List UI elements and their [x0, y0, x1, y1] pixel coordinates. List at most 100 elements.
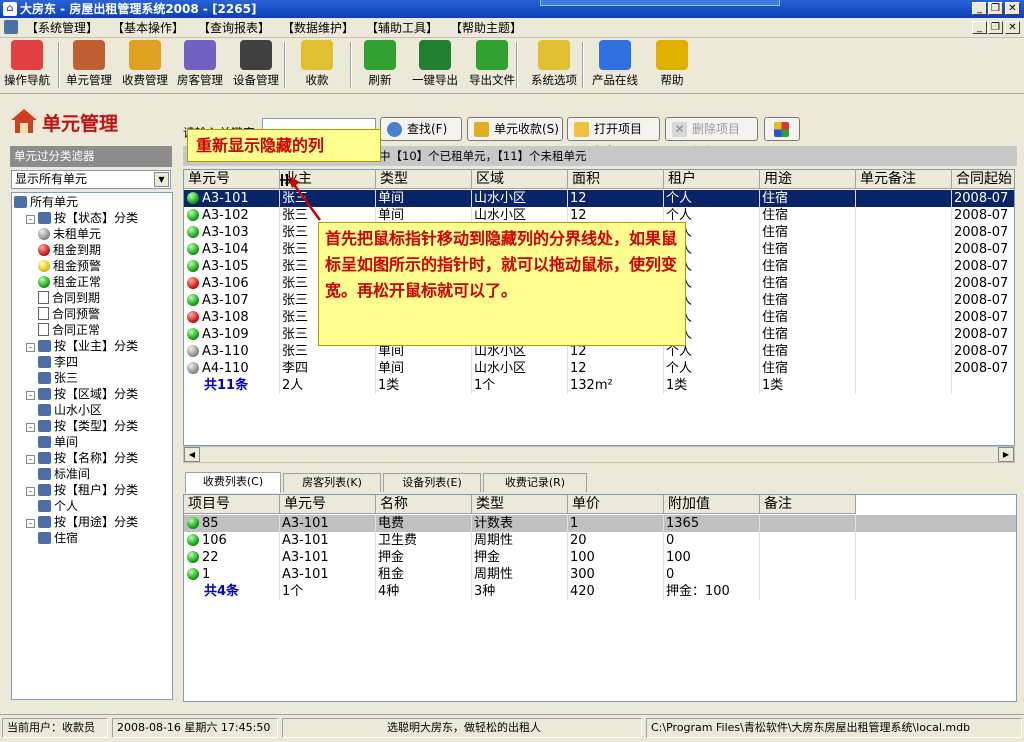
column-header[interactable]: 合同起始: [952, 170, 1014, 189]
tree-node[interactable]: 租金正常: [38, 275, 101, 291]
tree-node[interactable]: 租金预警: [38, 259, 101, 275]
tree-node[interactable]: - 按【区域】分类: [26, 387, 138, 403]
restore-icon[interactable]: ❐: [988, 2, 1003, 15]
menu-item[interactable]: 【基本操作】: [110, 20, 186, 36]
toolbar-button[interactable]: 导出文件: [464, 40, 520, 92]
tree-node[interactable]: - 按【状态】分类: [26, 211, 138, 227]
table-row[interactable]: 85 A3-101 电费 计数表 1 1365: [184, 515, 1016, 532]
tree-node[interactable]: 张三: [38, 371, 78, 387]
tree-node[interactable]: 合同正常: [38, 323, 100, 339]
tree-node[interactable]: - 按【类型】分类: [26, 419, 138, 435]
toolbar-button[interactable]: 单元管理: [62, 40, 116, 92]
tree-node[interactable]: 单间: [38, 435, 78, 451]
tree-node[interactable]: 住宿: [38, 531, 78, 547]
tree-node[interactable]: 个人: [38, 499, 78, 515]
column-header[interactable]: 备注: [760, 495, 856, 514]
collapse-icon[interactable]: -: [26, 391, 35, 400]
child-minimize-icon[interactable]: _: [972, 21, 987, 34]
table-cell: 0: [664, 532, 760, 549]
column-header[interactable]: 类型: [376, 170, 472, 189]
tree-node[interactable]: 未租单元: [38, 227, 101, 243]
tree-node[interactable]: 山水小区: [38, 403, 102, 419]
collapse-icon[interactable]: -: [26, 519, 35, 528]
tree-node[interactable]: 租金到期: [38, 243, 101, 259]
table-row[interactable]: 1 A3-101 租金 周期性 300 0: [184, 566, 1016, 583]
menu-item[interactable]: 【数据维护】: [280, 20, 356, 36]
chevron-down-icon[interactable]: ▼: [154, 172, 169, 187]
tab[interactable]: 收费记录(R): [483, 473, 587, 492]
fee-grid[interactable]: 项目号 单元号 名称 类型 单价 附加值 备注 85 A3-101 电费 计数表 1 1365 106 A3…: [183, 494, 1017, 702]
menu-item[interactable]: 【辅助工具】: [364, 20, 440, 36]
toolbar-button[interactable]: 帮助: [650, 40, 694, 92]
collect-button[interactable]: 单元收款(S): [467, 117, 563, 141]
column-header[interactable]: 用途: [760, 170, 856, 189]
scroll-left-icon[interactable]: ◀: [184, 447, 200, 462]
collapse-icon[interactable]: -: [26, 423, 35, 432]
column-header[interactable]: 面积: [568, 170, 664, 189]
tree-node[interactable]: - 按【用途】分类: [26, 515, 138, 531]
tree-node[interactable]: - 按【业主】分类: [26, 339, 138, 355]
menu-item[interactable]: 【查询报表】: [196, 20, 272, 36]
toolbar-button[interactable]: 产品在线: [588, 40, 642, 92]
category-tree[interactable]: 所有单元 - 按【状态】分类 未租单元 租金到期 租金预警 租金正常 合同到期 合同预警 合同正常…: [11, 192, 173, 700]
table-cell: 押金: [376, 549, 472, 566]
tree-node[interactable]: 合同预警: [38, 307, 100, 323]
toolbar-button[interactable]: 系统选项: [526, 40, 582, 92]
table-cell: 住宿: [760, 292, 856, 309]
table-row[interactable]: 22 A3-101 押金 押金 100 100: [184, 549, 1016, 566]
green-status-icon: [187, 209, 199, 221]
tab[interactable]: 设备列表(E): [383, 473, 481, 492]
filter-header: 单元过分类滤器: [10, 146, 172, 167]
toolbar-button[interactable]: 收费管理: [118, 40, 172, 92]
tree-node[interactable]: 合同到期: [38, 291, 100, 307]
child-close-icon[interactable]: ✕: [1005, 21, 1020, 34]
folder-icon: [38, 532, 51, 544]
tree-node[interactable]: - 按【名称】分类: [26, 451, 138, 467]
column-header[interactable]: 附加值: [664, 495, 760, 514]
column-header[interactable]: 单元备注: [856, 170, 952, 189]
tab[interactable]: 收费列表(C): [185, 472, 281, 493]
title-highlight: [540, 0, 780, 6]
color-settings-button[interactable]: [764, 117, 800, 141]
horizontal-scrollbar[interactable]: ◀ ▶: [183, 446, 1015, 463]
tab[interactable]: 房客列表(K): [283, 473, 381, 492]
open-item-button[interactable]: 打开项目(O): [567, 117, 660, 158]
table-row[interactable]: A4-110 李四 单间 山水小区 12 个人 住宿 2008-07: [184, 360, 1014, 377]
collapse-icon[interactable]: -: [26, 343, 35, 352]
tree-node[interactable]: - 按【租户】分类: [26, 483, 138, 499]
tree-node[interactable]: 李四: [38, 355, 78, 371]
menu-item[interactable]: 【系统管理】: [24, 20, 100, 36]
toolbar-button[interactable]: 房客管理: [172, 40, 228, 92]
toolbar-separator: [284, 42, 286, 88]
menu-item[interactable]: 【帮助主题】: [448, 20, 524, 36]
column-header[interactable]: 单元号: [280, 495, 376, 514]
column-header[interactable]: 类型: [472, 495, 568, 514]
cell-text: 单间: [378, 191, 405, 206]
scroll-right-icon[interactable]: ▶: [998, 447, 1014, 462]
toolbar-button[interactable]: 一键导出: [408, 40, 462, 92]
toolbar-button[interactable]: 刷新: [358, 40, 402, 92]
column-header[interactable]: 名称: [376, 495, 472, 514]
collapse-icon[interactable]: -: [26, 215, 35, 224]
tree-node[interactable]: 所有单元: [14, 195, 78, 211]
close-icon[interactable]: ✕: [1005, 2, 1020, 15]
child-restore-icon[interactable]: ❐: [988, 21, 1003, 34]
minimize-icon[interactable]: _: [972, 2, 987, 15]
toolbar-button[interactable]: 操作导航: [0, 40, 54, 92]
tree-node[interactable]: 标准间: [38, 467, 90, 483]
green-status-icon: [187, 243, 199, 255]
toolbar-button[interactable]: 收款: [292, 40, 342, 92]
delete-item-button[interactable]: ✕删除项目(D): [665, 117, 758, 158]
column-header[interactable]: 区域: [472, 170, 568, 189]
column-header[interactable]: 租户: [664, 170, 760, 189]
column-header[interactable]: 项目号: [184, 495, 280, 514]
app-menu-icon[interactable]: [4, 20, 18, 34]
collapse-icon[interactable]: -: [26, 487, 35, 496]
toolbar-button[interactable]: 设备管理: [228, 40, 284, 92]
collapse-icon[interactable]: -: [26, 455, 35, 464]
column-header[interactable]: 单元号: [184, 170, 280, 189]
search-button[interactable]: 查找(F): [380, 117, 462, 141]
column-header[interactable]: 单价: [568, 495, 664, 514]
filter-dropdown[interactable]: 显示所有单元 ▼: [11, 170, 171, 189]
table-row[interactable]: 106 A3-101 卫生费 周期性 20 0: [184, 532, 1016, 549]
